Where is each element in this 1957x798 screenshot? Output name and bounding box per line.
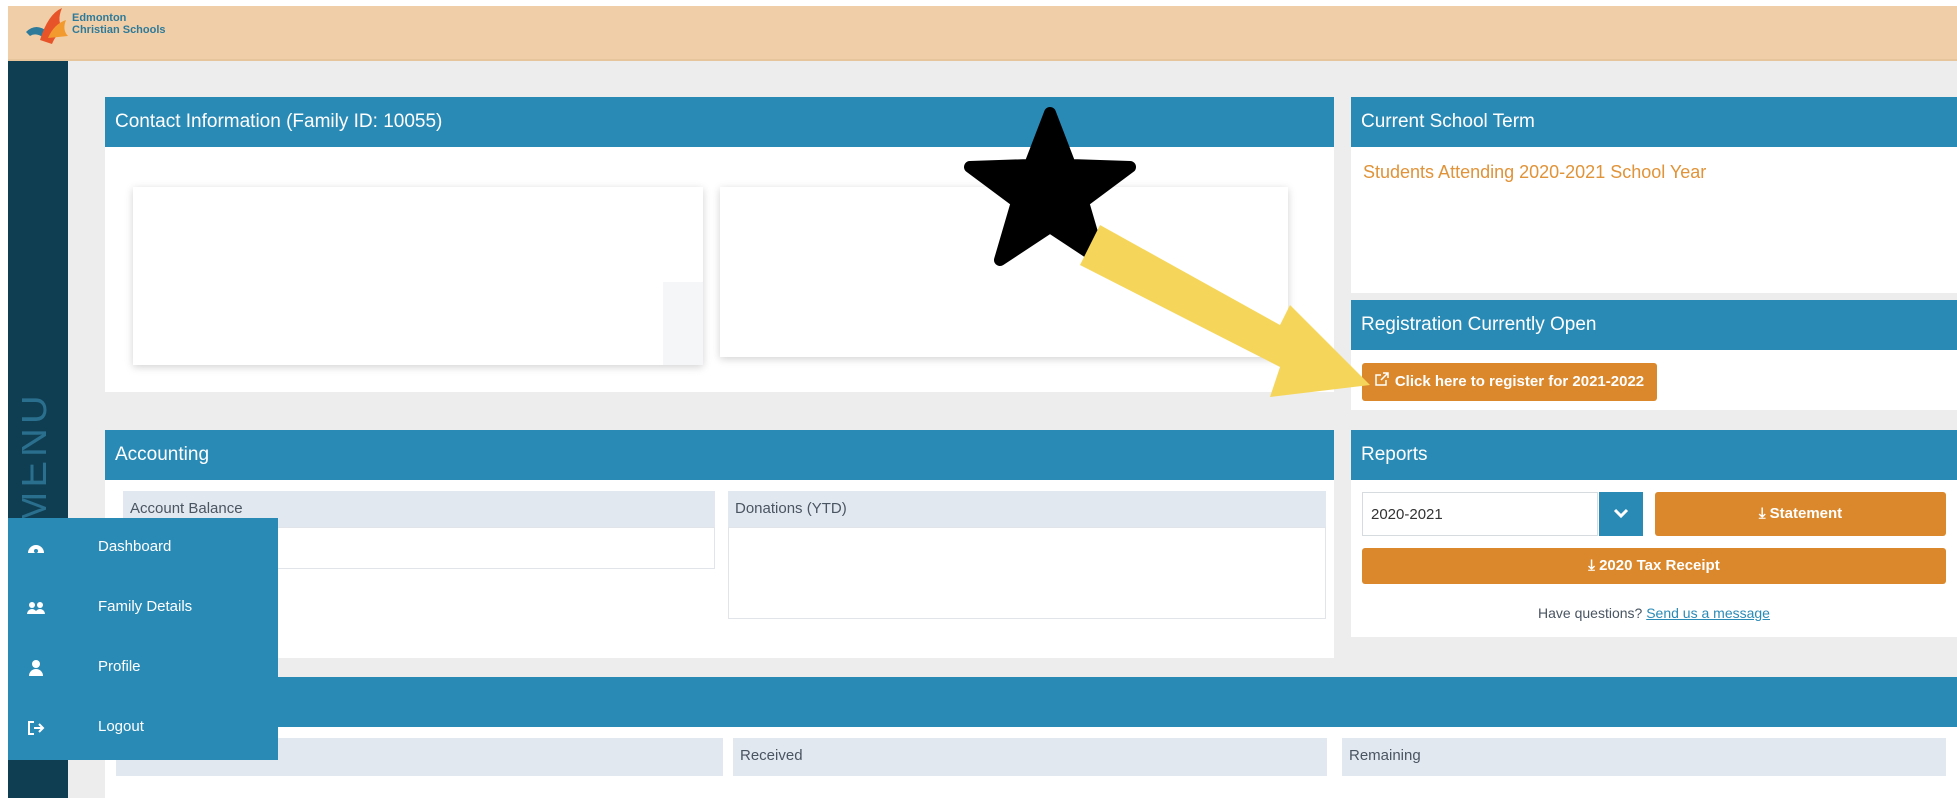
svg-text:MENU: MENU [22, 391, 52, 525]
user-icon [29, 660, 43, 676]
term-panel: Current School Term Students Attending 2… [1351, 97, 1957, 293]
menu-item-logout[interactable]: Logout [8, 698, 278, 758]
top-bar [8, 6, 1957, 61]
dashboard-icon [28, 545, 44, 553]
donations-table: Donations (YTD) [728, 491, 1326, 621]
annotation-overlay [964, 107, 1370, 397]
contact-card-left [133, 187, 703, 365]
chevron-down-icon[interactable] [1599, 492, 1643, 536]
tax-receipt-button[interactable]: ⤓ 2020 Tax Receipt [1362, 548, 1946, 584]
help-prefix: Have questions? [1538, 605, 1643, 621]
menu-item-label: Dashboard [98, 538, 172, 555]
statement-button[interactable]: ⤓ Statement [1655, 492, 1946, 536]
school-logo-icon[interactable] [22, 4, 72, 48]
brand-name[interactable]: Edmonton Christian Schools [72, 12, 166, 36]
registration-panel: Registration Currently Open Click here t… [1351, 300, 1957, 410]
received-col: Received [733, 738, 1327, 776]
accounting-panel-title: Accounting [105, 430, 1334, 480]
term-attending-link[interactable]: Students Attending 2020-2021 School Year [1363, 162, 1706, 183]
accounting-panel: Accounting Account Balance Donations (YT… [105, 430, 1334, 658]
menu-item-profile[interactable]: Profile [8, 638, 278, 698]
card-footer-strip [663, 282, 703, 365]
year-select-value: 2020-2021 [1371, 506, 1443, 523]
arrow-annotation [1080, 225, 1370, 397]
term-panel-title: Current School Term [1351, 97, 1957, 147]
donations-header: Donations (YTD) [728, 491, 1326, 527]
reports-panel-title: Reports [1351, 430, 1957, 480]
menu-item-dashboard[interactable]: Dashboard [8, 518, 278, 578]
registration-panel-title: Registration Currently Open [1351, 300, 1957, 350]
overlay-menu: Dashboard Family Details Profile Logout [8, 518, 278, 760]
remaining-header: Remaining [1342, 738, 1946, 776]
tax-receipt-button-label: 2020 Tax Receipt [1599, 557, 1720, 574]
year-select[interactable]: 2020-2021 [1362, 492, 1643, 536]
family-icon [27, 602, 45, 614]
help-line: Have questions? Send us a message [1351, 605, 1957, 621]
commitment-panel-title [105, 677, 1957, 727]
reports-panel: Reports 2020-2021 ⤓ Statement ⤓ 2020 Tax… [1351, 430, 1957, 637]
download-icon: ⤓ [1588, 557, 1600, 574]
register-button-label: Click here to register for 2021-2022 [1394, 373, 1645, 390]
received-header: Received [733, 738, 1327, 776]
commitment-panel: Commitment Received Remaining [105, 677, 1957, 798]
send-message-link[interactable]: Send us a message [1646, 605, 1770, 621]
menu-vertical-label[interactable]: MENU [22, 370, 52, 530]
statement-button-label: Statement [1769, 505, 1843, 522]
brand-line-2: Christian Schools [72, 24, 166, 36]
menu-item-family-details[interactable]: Family Details [8, 578, 278, 638]
donations-body [728, 527, 1326, 619]
menu-item-label: Logout [98, 718, 144, 735]
remaining-col: Remaining [1342, 738, 1946, 776]
menu-item-label: Family Details [98, 598, 193, 615]
menu-item-label: Profile [98, 658, 141, 675]
logout-icon [28, 721, 45, 735]
brand-line-1: Edmonton [72, 12, 127, 24]
register-button[interactable]: Click here to register for 2021-2022 [1362, 363, 1657, 401]
download-icon: ⤓ [1758, 505, 1770, 522]
